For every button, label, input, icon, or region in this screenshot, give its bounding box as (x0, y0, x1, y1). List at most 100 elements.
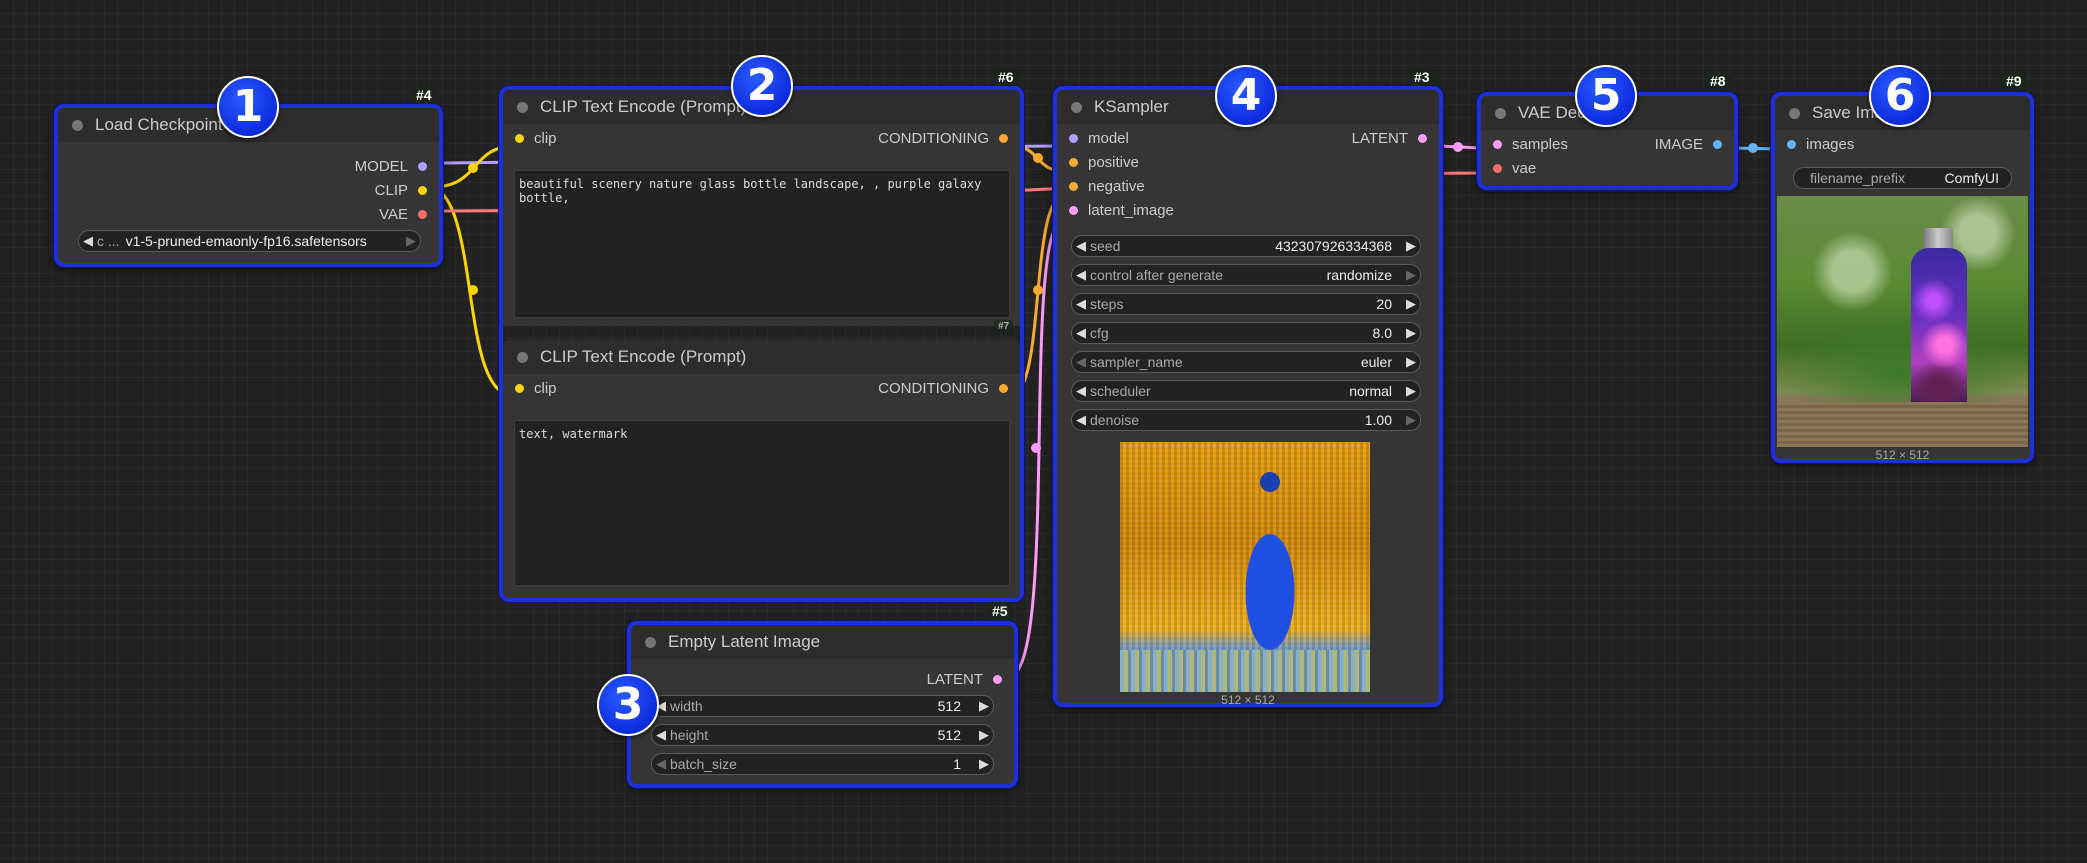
output-conditioning[interactable]: CONDITIONING (878, 380, 1008, 397)
ksampler-node[interactable]: KSampler model LATENT positive negative … (1053, 86, 1443, 707)
empty-latent-image-node[interactable]: Empty Latent Image LATENT ◀ width 512 ▶ … (627, 621, 1018, 788)
clip-text-encode-negative-node[interactable]: CLIP Text Encode (Prompt) clip CONDITION… (503, 340, 1020, 598)
next-arrow[interactable]: ▶ (402, 233, 420, 249)
steps-widget[interactable]: ◀ steps 20 ▶ (1071, 293, 1421, 315)
decrement-arrow[interactable]: ◀ (1072, 325, 1090, 341)
wire-negative-midpoint (1033, 285, 1043, 295)
clip-positive-body[interactable]: CLIP Text Encode (Prompt) clip CONDITION… (503, 90, 1020, 326)
next-arrow[interactable]: ▶ (1402, 267, 1420, 283)
input-model[interactable]: model (1069, 130, 1129, 147)
batch-size-widget[interactable]: ◀ batch_size 1 ▶ (651, 753, 994, 775)
input-images[interactable]: images (1775, 132, 2030, 156)
output-dot[interactable] (993, 675, 1002, 684)
input-dot[interactable] (1493, 140, 1502, 149)
collapse-dot[interactable] (1071, 101, 1082, 113)
output-conditioning[interactable]: CONDITIONING (878, 130, 1008, 147)
output-vae[interactable]: VAE (58, 202, 439, 226)
increment-arrow[interactable]: ▶ (1402, 296, 1420, 312)
output-dot[interactable] (999, 134, 1008, 143)
output-dot[interactable] (418, 162, 427, 171)
prompt-textarea[interactable]: beautiful scenery nature glass bottle la… (514, 170, 1010, 318)
collapse-dot[interactable] (517, 351, 528, 363)
increment-arrow[interactable]: ▶ (975, 727, 993, 743)
next-arrow[interactable]: ▶ (1402, 354, 1420, 370)
input-vae[interactable]: vae (1481, 156, 1734, 180)
slot-label: model (1088, 130, 1129, 147)
increment-arrow[interactable]: ▶ (975, 698, 993, 714)
output-latent[interactable]: LATENT (1352, 130, 1427, 147)
widget-value: 1 (953, 756, 961, 772)
prev-arrow[interactable]: ◀ (1072, 383, 1090, 399)
increment-arrow[interactable]: ▶ (1402, 412, 1420, 428)
collapse-dot[interactable] (72, 119, 83, 131)
decrement-arrow[interactable]: ◀ (652, 727, 670, 743)
input-dot[interactable] (1493, 164, 1502, 173)
input-positive[interactable]: positive (1057, 150, 1439, 174)
scheduler-widget[interactable]: ◀ scheduler normal ▶ (1071, 380, 1421, 402)
output-dot[interactable] (1713, 140, 1722, 149)
increment-arrow[interactable]: ▶ (1402, 325, 1420, 341)
output-image-preview[interactable] (1777, 196, 2028, 447)
output-dot[interactable] (418, 210, 427, 219)
collapse-dot[interactable] (645, 636, 656, 648)
decrement-arrow[interactable]: ◀ (1072, 238, 1090, 254)
widget-value: 432307926334368 (1275, 238, 1392, 254)
prev-arrow[interactable]: ◀ (1072, 267, 1090, 283)
save-image-node[interactable]: Save Image images filename_prefix ComfyU… (1771, 92, 2034, 463)
step-badge-6: 6 (1869, 65, 1931, 127)
output-dot[interactable] (1418, 134, 1427, 143)
decrement-arrow[interactable]: ◀ (1072, 412, 1090, 428)
increment-arrow[interactable]: ▶ (975, 756, 993, 772)
input-clip[interactable]: clip (515, 130, 557, 147)
input-dot[interactable] (1069, 158, 1078, 167)
node-id: #5 (988, 602, 1012, 620)
output-clip[interactable]: CLIP (58, 178, 439, 202)
output-dot[interactable] (999, 384, 1008, 393)
collapse-dot[interactable] (1789, 107, 1800, 119)
input-dot[interactable] (515, 384, 524, 393)
node-header[interactable]: CLIP Text Encode (Prompt) (503, 340, 1020, 374)
widget-label: batch_size (670, 756, 737, 772)
input-latent-image[interactable]: latent_image (1057, 198, 1439, 222)
output-image[interactable]: IMAGE (1655, 136, 1722, 153)
galaxy-bottle (1911, 248, 1967, 424)
cfg-widget[interactable]: ◀ cfg 8.0 ▶ (1071, 322, 1421, 344)
decrement-arrow[interactable]: ◀ (652, 756, 670, 772)
input-samples[interactable]: samples (1493, 136, 1568, 153)
input-dot[interactable] (1069, 134, 1078, 143)
decrement-arrow[interactable]: ◀ (1072, 296, 1090, 312)
increment-arrow[interactable]: ▶ (1402, 238, 1420, 254)
step-badge-2: 2 (731, 55, 793, 117)
output-latent[interactable]: LATENT (631, 667, 1014, 691)
input-dot[interactable] (1069, 206, 1078, 215)
denoise-widget[interactable]: ◀ denoise 1.00 ▶ (1071, 409, 1421, 431)
next-arrow[interactable]: ▶ (1402, 383, 1420, 399)
sampler-name-widget[interactable]: ◀ sampler_name euler ▶ (1071, 351, 1421, 373)
widget-value: randomize (1326, 267, 1392, 283)
slot-label: samples (1512, 136, 1568, 153)
input-dot[interactable] (1069, 182, 1078, 191)
input-clip[interactable]: clip (515, 380, 557, 397)
slot-row: samples IMAGE (1481, 132, 1734, 156)
node-id: #7 (994, 320, 1014, 333)
control-after-generate-widget[interactable]: ◀ control after generate randomize ▶ (1071, 264, 1421, 286)
seed-widget[interactable]: ◀ seed 432307926334368 ▶ (1071, 235, 1421, 257)
widget-value: 20 (1376, 296, 1392, 312)
output-model[interactable]: MODEL (58, 154, 439, 178)
output-dot[interactable] (418, 186, 427, 195)
slot-label: CLIP (374, 182, 408, 199)
slot-label: clip (534, 130, 557, 147)
filename-prefix-widget[interactable]: filename_prefix ComfyUI (1793, 167, 2012, 189)
node-header[interactable]: Empty Latent Image (631, 625, 1014, 659)
width-widget[interactable]: ◀ width 512 ▶ (651, 695, 994, 717)
collapse-dot[interactable] (1495, 107, 1506, 119)
height-widget[interactable]: ◀ height 512 ▶ (651, 724, 994, 746)
prompt-textarea[interactable]: text, watermark (514, 420, 1010, 586)
input-negative[interactable]: negative (1057, 174, 1439, 198)
input-dot[interactable] (515, 134, 524, 143)
collapse-dot[interactable] (517, 101, 528, 113)
prev-arrow[interactable]: ◀ (1072, 354, 1090, 370)
input-dot[interactable] (1787, 140, 1796, 149)
prev-arrow[interactable]: ◀ (79, 233, 97, 249)
ckpt-name-combo[interactable]: ◀ c ... v1-5-pruned-emaonly-fp16.safeten… (78, 230, 421, 252)
